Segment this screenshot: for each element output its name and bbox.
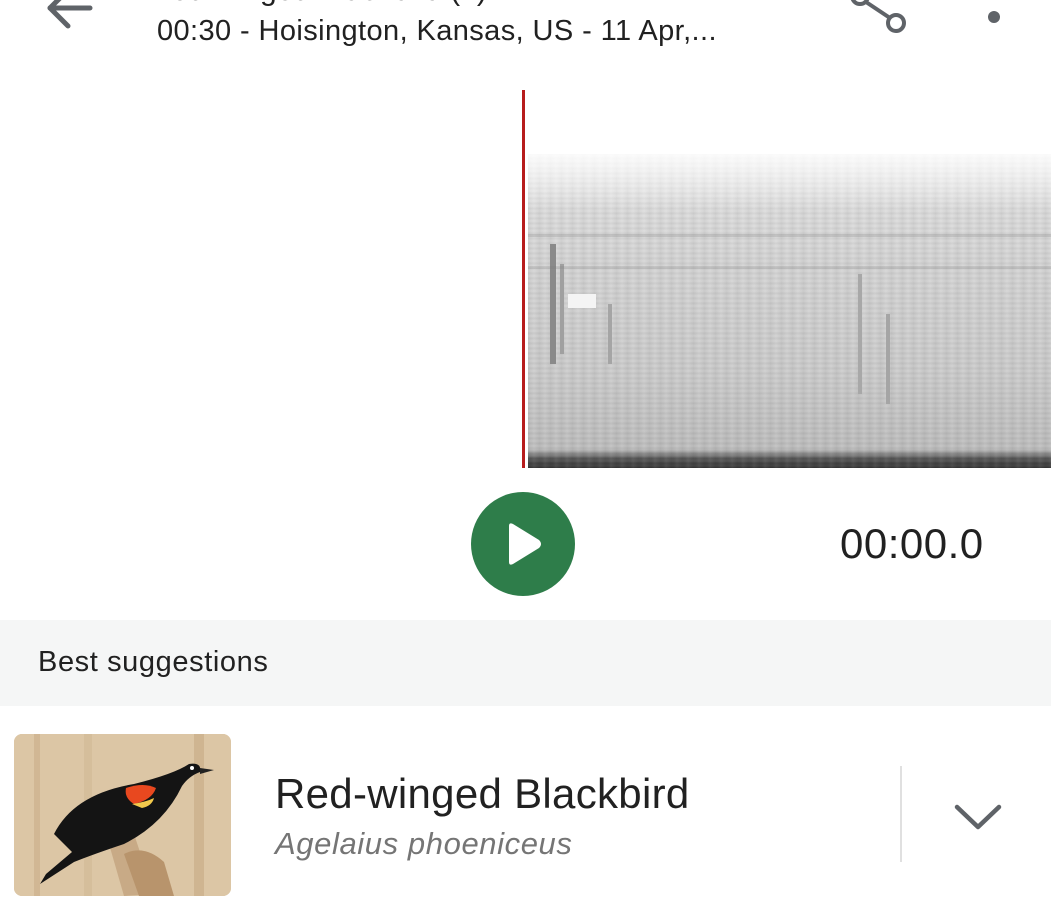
more-vert-icon	[988, 11, 1000, 23]
recording-subtitle: 00:30 - Hoisington, Kansas, US - 11 Apr,…	[157, 15, 717, 47]
divider	[900, 766, 902, 862]
top-app-bar: Red-winged Blackbird (1) 00:30 - Hoising…	[0, 0, 1051, 80]
common-name: Red-winged Blackbird	[275, 770, 690, 817]
playhead[interactable]	[522, 90, 525, 468]
arrow-back-icon	[47, 0, 93, 29]
play-icon	[509, 523, 541, 565]
bird-photo	[14, 734, 231, 896]
list-item[interactable]: Red-winged Blackbird Agelaius phoeniceus	[0, 706, 1051, 923]
chevron-down-icon	[954, 804, 1002, 830]
spectrogram-image	[528, 154, 1051, 468]
scientific-name: Agelaius phoeniceus	[275, 826, 573, 861]
suggestions-section-header: Best suggestions	[0, 620, 1051, 706]
section-title: Best suggestions	[38, 646, 269, 678]
share-icon	[850, 0, 906, 33]
more-options-button[interactable]	[975, 0, 1015, 40]
expand-button[interactable]	[935, 776, 1021, 856]
page-title: Red-winged Blackbird (1)	[150, 0, 487, 8]
share-button[interactable]	[846, 0, 916, 40]
play-button[interactable]	[471, 492, 575, 596]
playback-time: 00:00.0	[840, 520, 984, 567]
back-button[interactable]	[40, 0, 100, 36]
spectrogram-view[interactable]	[0, 84, 1051, 476]
